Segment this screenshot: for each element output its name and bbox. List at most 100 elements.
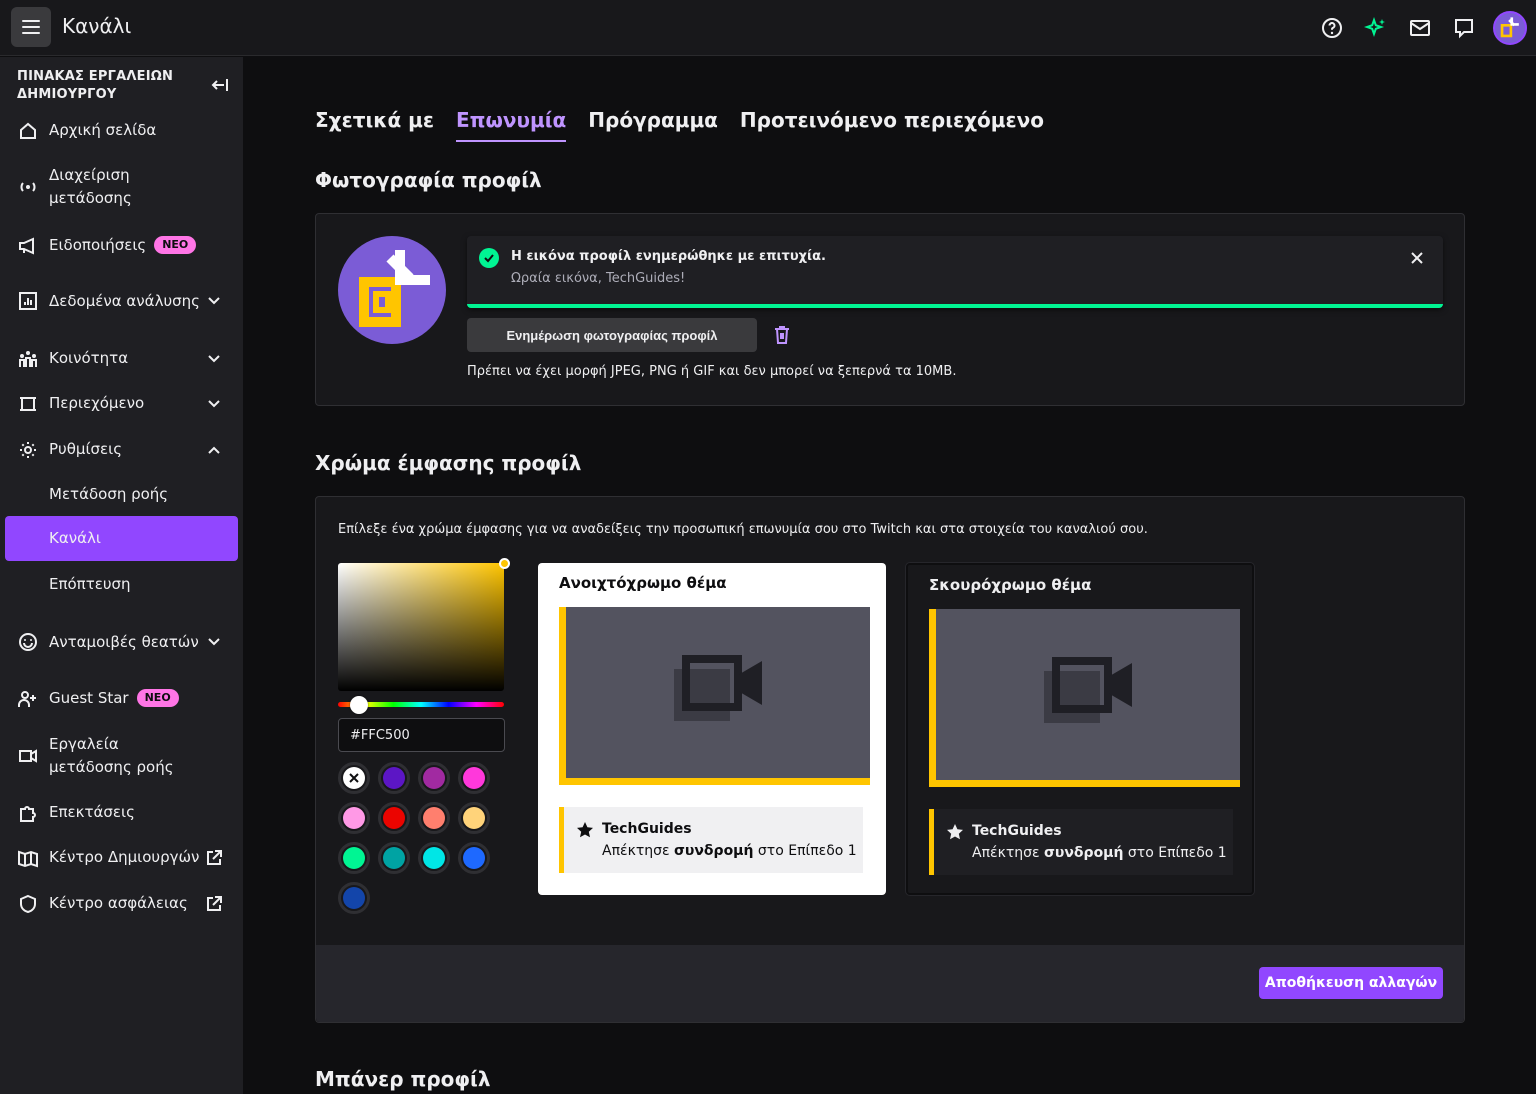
sidebar: ΠΙΝΑΚΑΣ ΕΡΓΑΛΕΙΩΝ ΔΗΜΙΟΥΡΓΟΥ Αρχική σελί… bbox=[0, 57, 243, 1094]
sidebar-item-analytics[interactable]: Δεδομένα ανάλυσης bbox=[5, 278, 238, 324]
subscription-notification: TechGuides Απέκτησε συνδρομή στο Επίπεδο… bbox=[929, 809, 1233, 875]
content-icon bbox=[20, 396, 36, 411]
video-preview bbox=[929, 609, 1240, 787]
light-theme-title: Ανοιχτόχρωμο θέμα bbox=[559, 574, 727, 592]
sidebar-item-content[interactable]: Περιεχόμενο bbox=[5, 392, 238, 415]
tab-about[interactable]: Σχετικά με bbox=[315, 108, 434, 142]
toast-progress-bar bbox=[467, 304, 1443, 308]
home-icon bbox=[20, 122, 36, 139]
dark-theme-preview: Σκουρόχρωμο θέμα TechGuides Απέκτησε συν… bbox=[906, 563, 1254, 895]
sidebar-item-moderation[interactable]: Επόπτευση bbox=[5, 573, 238, 596]
profile-photo-title: Φωτογραφία προφίλ bbox=[315, 168, 542, 192]
close-icon[interactable] bbox=[1409, 250, 1425, 266]
profile-banner-title: Μπάνερ προφίλ bbox=[315, 1067, 491, 1091]
color-swatches bbox=[338, 762, 508, 914]
clear-color-icon bbox=[343, 767, 365, 789]
toast-title: Η εικόνα προφίλ ενημερώθηκε με επιτυχία. bbox=[511, 249, 826, 264]
gear-icon bbox=[20, 441, 36, 458]
swatch-color[interactable] bbox=[338, 882, 370, 914]
camera-icon bbox=[19, 749, 37, 763]
chevron-down-icon bbox=[208, 297, 220, 305]
trash-icon[interactable] bbox=[771, 324, 793, 346]
accent-card-footer: Αποθήκευση αλλαγών bbox=[316, 945, 1464, 1022]
video-preview bbox=[559, 607, 870, 785]
sidebar-item-stream[interactable]: Μετάδοση ροής bbox=[5, 483, 238, 506]
color-saturation-picker[interactable] bbox=[338, 563, 504, 691]
sidebar-item-extensions[interactable]: Επεκτάσεις bbox=[5, 801, 238, 824]
video-camera-icon bbox=[1044, 657, 1132, 723]
swatch-color[interactable] bbox=[378, 802, 410, 834]
swatch-color[interactable] bbox=[458, 842, 490, 874]
success-toast: Η εικόνα προφίλ ενημερώθηκε με επιτυχία.… bbox=[467, 236, 1443, 308]
hex-color-input[interactable] bbox=[338, 718, 505, 752]
swatch-color[interactable] bbox=[418, 802, 450, 834]
chevron-down-icon bbox=[208, 399, 220, 407]
chevron-down-icon bbox=[208, 354, 220, 362]
accent-color-title: Χρώμα έμφασης προφίλ bbox=[315, 451, 582, 475]
puzzle-icon bbox=[20, 805, 36, 822]
external-link-icon bbox=[207, 849, 222, 865]
swatch-color[interactable] bbox=[458, 762, 490, 794]
profile-photo-card: Η εικόνα προφίλ ενημερώθηκε με επιτυχία.… bbox=[315, 213, 1465, 406]
swatch-color[interactable] bbox=[458, 802, 490, 834]
chevron-down-icon bbox=[208, 638, 220, 646]
sidebar-item-stream-manager[interactable]: Διαχείριση μετάδοσης bbox=[5, 164, 238, 210]
swatch-color[interactable] bbox=[338, 802, 370, 834]
menu-icon[interactable] bbox=[11, 7, 51, 47]
swatch-none[interactable] bbox=[338, 762, 370, 794]
accent-description: Επίλεξε ένα χρώμα έμφασης για να αναδείξ… bbox=[338, 522, 1148, 537]
photo-format-hint: Πρέπει να έχει μορφή JPEG, PNG ή GIF και… bbox=[467, 364, 957, 379]
user-avatar[interactable] bbox=[1493, 11, 1527, 45]
sparkle-icon[interactable] bbox=[1364, 16, 1388, 40]
subscription-notification: TechGuides Απέκτησε συνδρομή στο Επίπεδο… bbox=[559, 807, 863, 873]
dark-theme-title: Σκουρόχρωμο θέμα bbox=[929, 576, 1092, 594]
community-icon bbox=[19, 350, 37, 367]
swatch-color[interactable] bbox=[378, 842, 410, 874]
star-icon bbox=[577, 822, 593, 838]
external-link-icon bbox=[207, 895, 222, 911]
app-title: Κανάλι bbox=[62, 14, 132, 38]
swatch-color[interactable] bbox=[338, 842, 370, 874]
new-badge: ΝΕΟ bbox=[136, 689, 179, 707]
collapse-sidebar-icon[interactable] bbox=[210, 75, 230, 95]
video-camera-icon bbox=[674, 655, 762, 721]
broadcast-icon bbox=[20, 182, 36, 192]
saturation-handle[interactable] bbox=[499, 558, 510, 569]
check-circle-icon bbox=[479, 248, 499, 268]
inbox-icon[interactable] bbox=[1408, 16, 1432, 40]
accent-color-card: Επίλεξε ένα χρώμα έμφασης για να αναδείξ… bbox=[315, 496, 1465, 1023]
tab-schedule[interactable]: Πρόγραμμα bbox=[588, 108, 718, 142]
update-profile-photo-button[interactable]: Ενημέρωση φωτογραφίας προφίλ bbox=[467, 318, 757, 352]
sidebar-header: ΠΙΝΑΚΑΣ ΕΡΓΑΛΕΙΩΝ ΔΗΜΙΟΥΡΓΟΥ bbox=[17, 69, 174, 102]
sidebar-item-creator-camp[interactable]: Κέντρο Δημιουργών bbox=[5, 846, 238, 869]
sidebar-item-home[interactable]: Αρχική σελίδα bbox=[5, 119, 238, 142]
swatch-color[interactable] bbox=[418, 842, 450, 874]
add-person-icon bbox=[18, 690, 36, 707]
tab-featured-content[interactable]: Προτεινόμενο περιεχόμενο bbox=[740, 108, 1044, 142]
star-icon bbox=[947, 824, 963, 840]
save-changes-button[interactable]: Αποθήκευση αλλαγών bbox=[1259, 967, 1443, 999]
chevron-up-icon bbox=[208, 446, 220, 454]
whispers-icon[interactable] bbox=[1452, 16, 1476, 40]
sidebar-item-safety-center[interactable]: Κέντρο ασφάλειας bbox=[5, 892, 238, 915]
analytics-icon bbox=[19, 292, 37, 310]
swatch-color[interactable] bbox=[378, 762, 410, 794]
toast-subtitle: Ωραία εικόνα, TechGuides! bbox=[511, 271, 686, 286]
sidebar-item-viewer-rewards[interactable]: Ανταμοιβές θεατών bbox=[5, 619, 238, 665]
megaphone-icon bbox=[19, 236, 34, 255]
top-bar: Κανάλι bbox=[0, 0, 1536, 56]
help-icon[interactable] bbox=[1320, 16, 1344, 40]
sidebar-item-streaming-tools[interactable]: Εργαλεία μετάδοσης ροής bbox=[5, 733, 238, 779]
settings-tabs: Σχετικά με Επωνυμία Πρόγραμμα Προτεινόμε… bbox=[315, 108, 1044, 142]
sidebar-item-community[interactable]: Κοινότητα bbox=[5, 347, 238, 370]
sidebar-item-channel[interactable]: Κανάλι bbox=[5, 516, 238, 561]
sidebar-item-notifications[interactable]: Ειδοποιήσεις ΝΕΟ bbox=[5, 234, 238, 257]
light-theme-preview: Ανοιχτόχρωμο θέμα TechGuides Απέκτησε συ… bbox=[538, 563, 886, 895]
hue-slider-handle[interactable] bbox=[350, 696, 368, 714]
tab-branding[interactable]: Επωνυμία bbox=[456, 108, 567, 142]
new-badge: ΝΕΟ bbox=[154, 236, 197, 254]
sidebar-item-settings[interactable]: Ρυθμίσεις bbox=[5, 438, 238, 461]
swatch-color[interactable] bbox=[418, 762, 450, 794]
sidebar-item-guest-star[interactable]: Guest Star ΝΕΟ bbox=[5, 687, 238, 710]
smile-icon bbox=[19, 633, 37, 651]
